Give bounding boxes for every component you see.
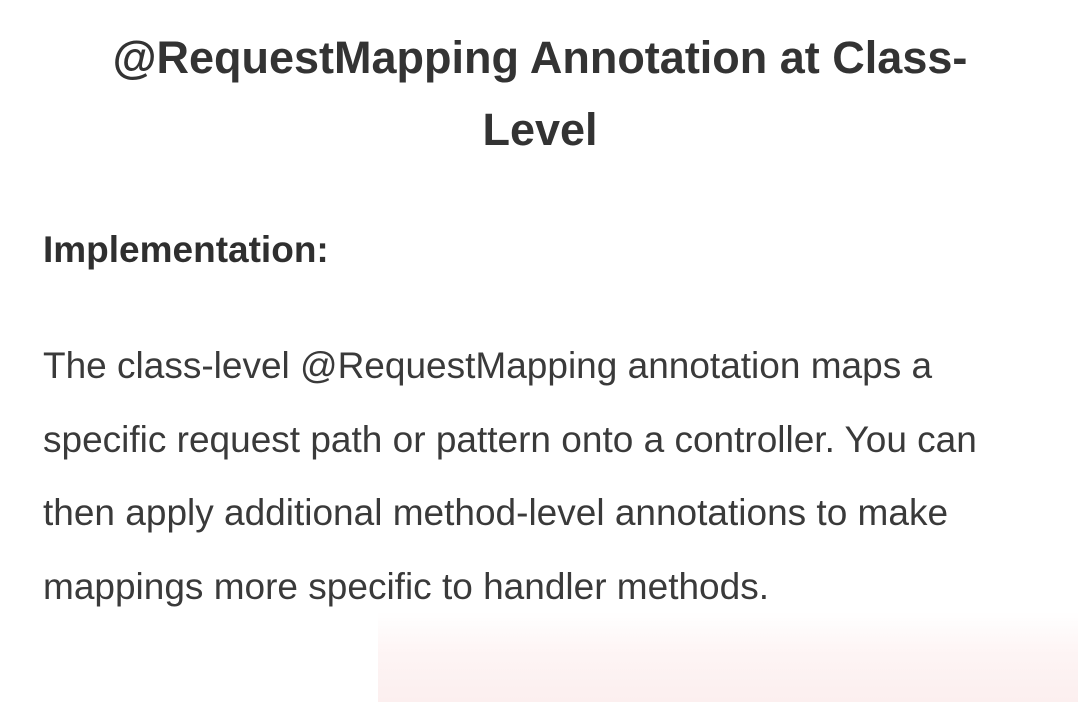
watermark-smudge	[378, 612, 1078, 702]
body-paragraph: The class-level @RequestMapping annotati…	[43, 345, 977, 607]
page-title: @RequestMapping Annotation at Class-Leve…	[112, 32, 968, 155]
section-heading: Implementation:	[43, 229, 329, 270]
article: @RequestMapping Annotation at Class-Leve…	[0, 0, 1080, 702]
